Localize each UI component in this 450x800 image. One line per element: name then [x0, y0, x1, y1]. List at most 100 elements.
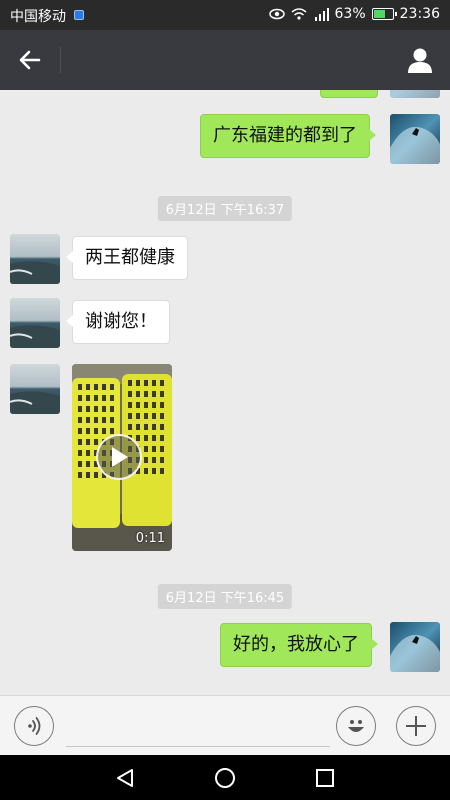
carrier-name: 中国移动 — [10, 9, 66, 25]
basket-hole — [144, 402, 148, 408]
voice-button[interactable] — [14, 706, 54, 746]
basket-hole — [144, 380, 148, 386]
partial-outgoing-bubble[interactable] — [320, 90, 378, 98]
message-bubble-outgoing[interactable]: 广东福建的都到了 — [200, 114, 376, 158]
eye-icon — [268, 8, 285, 20]
nav-home-button[interactable] — [210, 763, 240, 793]
basket-hole — [78, 417, 82, 423]
basket-hole — [78, 461, 82, 467]
plus-icon — [406, 716, 426, 736]
my-avatar[interactable] — [390, 622, 440, 672]
basket-hole — [128, 402, 132, 408]
title-bar — [0, 30, 450, 90]
message-bubble-incoming[interactable]: 谢谢您！ — [66, 300, 170, 344]
basket-hole — [94, 395, 98, 401]
basket-hole — [102, 406, 106, 412]
input-bar — [0, 695, 450, 755]
basket-hole — [160, 380, 164, 386]
basket-hole — [152, 391, 156, 397]
basket-hole — [86, 406, 90, 412]
battery-fill — [373, 10, 385, 18]
basket-hole — [160, 468, 164, 474]
basket-hole — [152, 468, 156, 474]
basket-hole — [78, 384, 82, 390]
nav-recents-button[interactable] — [310, 763, 340, 793]
status-bar: 中国移动 63% 23:36 — [0, 0, 450, 30]
basket-hole — [102, 428, 106, 434]
basket-hole — [144, 435, 148, 441]
chat-messages[interactable]: 广东福建的都到了 6月12日 下午16:37 两王都健康 谢谢您！ 0:11 6… — [0, 90, 450, 695]
person-icon — [408, 48, 432, 73]
basket-hole — [78, 428, 82, 434]
my-avatar[interactable] — [390, 90, 440, 98]
voice-icon — [28, 717, 41, 735]
triangle-back-icon — [117, 769, 133, 787]
basket-hole — [110, 384, 114, 390]
basket-hole — [136, 380, 140, 386]
basket-hole — [78, 439, 82, 445]
timestamp: 6月12日 下午16:45 — [157, 584, 293, 609]
basket-hole — [136, 435, 140, 441]
play-button[interactable] — [96, 434, 142, 480]
basket-hole — [86, 417, 90, 423]
play-icon — [112, 447, 128, 467]
basket-hole — [110, 395, 114, 401]
signal-icon — [314, 8, 329, 21]
basket-hole — [78, 450, 82, 456]
basket-hole — [102, 417, 106, 423]
basket-hole — [160, 446, 164, 452]
more-button[interactable] — [396, 706, 436, 746]
basket-hole — [136, 402, 140, 408]
emoji-button[interactable] — [336, 706, 376, 746]
basket-hole — [160, 391, 164, 397]
basket-hole — [144, 468, 148, 474]
hd-icon — [74, 10, 84, 20]
basket-hole — [94, 428, 98, 434]
basket-hole — [128, 424, 132, 430]
basket-hole — [102, 395, 106, 401]
contact-avatar[interactable] — [10, 234, 60, 284]
back-button[interactable] — [14, 45, 46, 75]
basket-hole — [152, 402, 156, 408]
basket-hole — [78, 395, 82, 401]
basket-hole — [86, 450, 90, 456]
contact-avatar[interactable] — [10, 364, 60, 414]
basket-hole — [78, 472, 82, 478]
basket-hole — [136, 413, 140, 419]
basket-hole — [160, 402, 164, 408]
video-message[interactable]: 0:11 — [72, 364, 172, 551]
basket-hole — [144, 413, 148, 419]
basket-hole — [160, 413, 164, 419]
basket-hole — [152, 457, 156, 463]
basket-hole — [110, 406, 114, 412]
basket-hole — [78, 406, 82, 412]
chat-info-button[interactable] — [402, 42, 438, 78]
arrow-left-icon — [19, 50, 41, 70]
basket-hole — [144, 391, 148, 397]
basket-hole — [94, 439, 98, 445]
battery-percent: 63% — [334, 6, 366, 22]
message-input[interactable] — [66, 708, 330, 747]
basket-hole — [110, 428, 114, 434]
message-bubble-outgoing[interactable]: 好的，我放心了 — [220, 623, 378, 667]
basket-hole — [86, 439, 90, 445]
basket-hole — [160, 424, 164, 430]
smiley-icon — [348, 720, 364, 732]
basket-hole — [136, 424, 140, 430]
basket-hole — [94, 417, 98, 423]
video-duration: 0:11 — [135, 531, 165, 546]
contact-avatar[interactable] — [10, 298, 60, 348]
basket-hole — [94, 406, 98, 412]
basket-hole — [160, 435, 164, 441]
basket-hole — [86, 472, 90, 478]
basket-hole — [128, 380, 132, 386]
basket-hole — [136, 391, 140, 397]
basket-hole — [144, 424, 148, 430]
my-avatar[interactable] — [390, 114, 440, 164]
timestamp: 6月12日 下午16:37 — [157, 196, 293, 221]
basket-hole — [152, 380, 156, 386]
title-divider — [60, 47, 61, 73]
nav-back-button[interactable] — [110, 763, 140, 793]
wifi-icon — [291, 8, 307, 20]
message-bubble-incoming[interactable]: 两王都健康 — [66, 236, 188, 280]
